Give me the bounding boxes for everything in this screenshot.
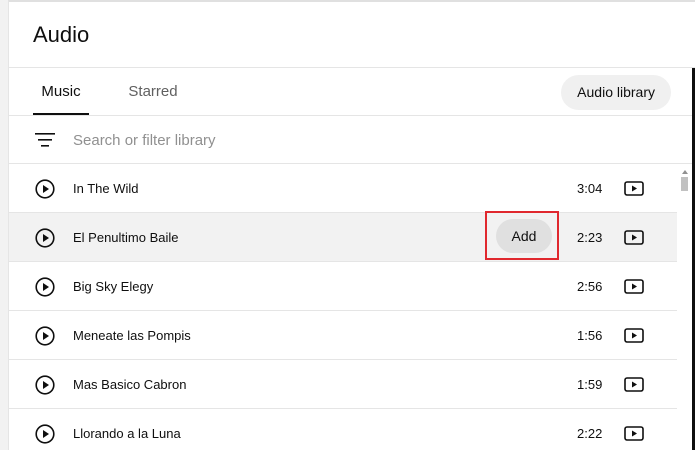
tab-starred[interactable]: Starred xyxy=(121,68,185,116)
play-icon[interactable] xyxy=(35,375,55,395)
audio-library-button[interactable]: Audio library xyxy=(561,75,671,110)
track-title: Meneate las Pompis xyxy=(73,328,191,343)
track-duration: 1:56 xyxy=(577,328,603,343)
page-title: Audio xyxy=(33,22,90,47)
active-tab-indicator xyxy=(33,113,89,115)
play-icon[interactable] xyxy=(35,179,55,199)
track-duration: 2:23 xyxy=(577,230,603,245)
track-row[interactable]: In The Wild 3:04 xyxy=(9,164,677,213)
track-row[interactable]: Big Sky Elegy 2:56 xyxy=(9,262,677,311)
track-row[interactable]: Mas Basico Cabron 1:59 xyxy=(9,360,677,409)
track-duration: 2:56 xyxy=(577,279,603,294)
search-filter-input[interactable] xyxy=(73,128,473,152)
track-row[interactable]: Llorando a la Luna 2:22 xyxy=(9,409,677,450)
scroll-up-arrow-icon[interactable] xyxy=(682,170,688,174)
track-row[interactable]: El Penultimo Baile Add 2:23 xyxy=(9,211,677,262)
filter-bar xyxy=(9,116,695,164)
play-icon[interactable] xyxy=(35,424,55,444)
play-icon[interactable] xyxy=(35,277,55,297)
track-duration: 3:04 xyxy=(577,181,603,196)
use-in-video-icon[interactable] xyxy=(624,181,644,196)
use-in-video-icon[interactable] xyxy=(624,230,644,245)
track-title: El Penultimo Baile xyxy=(73,230,179,245)
track-title: Llorando a la Luna xyxy=(73,426,181,441)
track-title: In The Wild xyxy=(73,181,139,196)
use-in-video-icon[interactable] xyxy=(624,328,644,343)
use-in-video-icon[interactable] xyxy=(624,426,644,441)
filter-icon[interactable] xyxy=(35,132,55,148)
add-button-highlight: Add xyxy=(485,211,559,260)
scrollbar-thumb[interactable] xyxy=(681,177,688,191)
title-bar: Audio xyxy=(9,2,695,68)
play-icon[interactable] xyxy=(35,326,55,346)
tab-music[interactable]: Music xyxy=(33,68,89,116)
add-button[interactable]: Add xyxy=(496,219,552,253)
track-row[interactable]: Meneate las Pompis 1:56 xyxy=(9,311,677,360)
use-in-video-icon[interactable] xyxy=(624,377,644,392)
track-title: Big Sky Elegy xyxy=(73,279,154,294)
audio-panel: Audio Music Starred Audio library In The… xyxy=(8,0,695,450)
tabs-bar: Music Starred Audio library xyxy=(9,68,695,116)
track-duration: 1:59 xyxy=(577,377,603,392)
track-list: In The Wild 3:04 El Penultimo Baile Add … xyxy=(9,164,677,450)
track-duration: 2:22 xyxy=(577,426,603,441)
track-title: Mas Basico Cabron xyxy=(73,377,187,392)
scrollbar[interactable] xyxy=(677,164,693,450)
play-icon[interactable] xyxy=(35,228,55,248)
use-in-video-icon[interactable] xyxy=(624,279,644,294)
